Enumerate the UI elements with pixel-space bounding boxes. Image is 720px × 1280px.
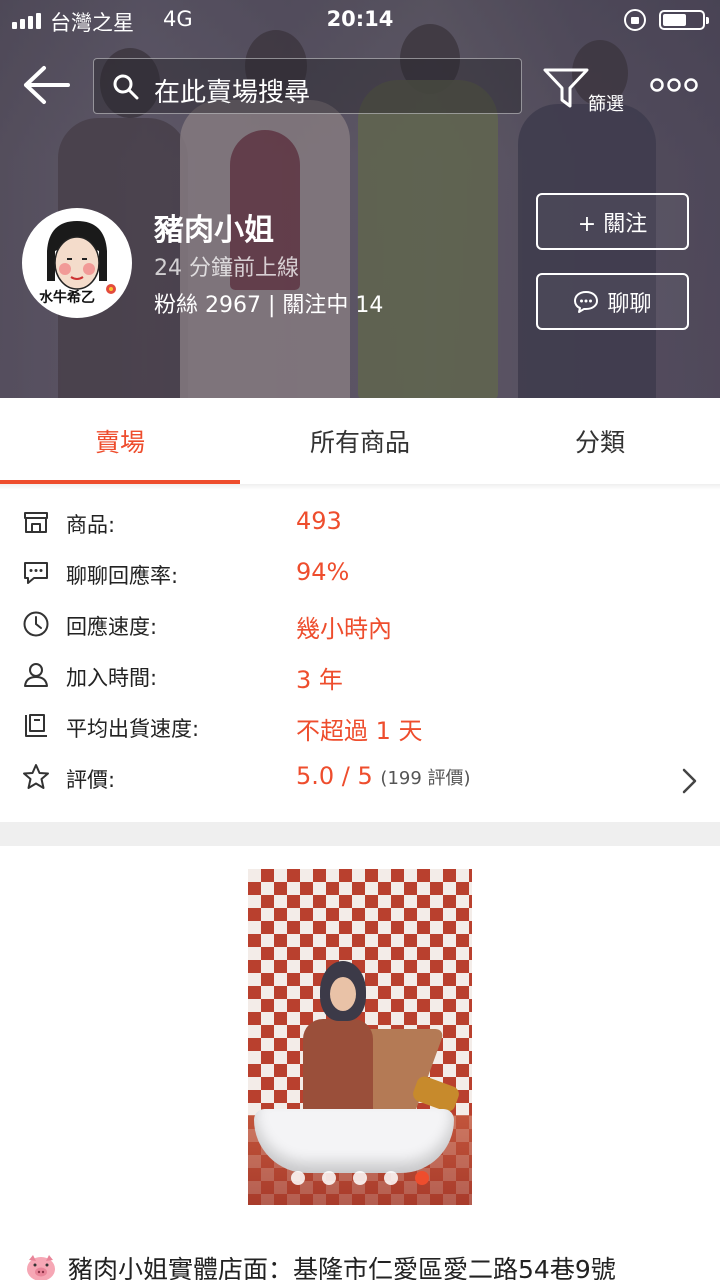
status-time: 20:14 [326,7,394,31]
stat-row-response-speed: 回應速度: 幾小時內 [0,600,720,651]
filter-icon [543,68,589,108]
chat-button[interactable]: 聊聊 [536,273,689,330]
shop-tabs: 賣場 所有商品 分類 [0,398,720,484]
follower-stats[interactable]: 粉絲 2967 | 關注中 14 [154,287,383,319]
follow-button-label: + 關注 [577,211,648,237]
shop-avatar[interactable]: 水牛希乙 [22,208,132,318]
stat-label: 回應速度: [66,615,158,639]
tab-shop-home[interactable]: 賣場 [0,398,240,484]
rating-score: 5.0 / 5 [296,762,373,790]
online-status: 24 分鐘前上線 [154,256,299,281]
carousel-indicator [248,1171,472,1185]
battery-icon [659,10,709,30]
stat-label: 評價: [66,768,116,792]
pig-icon [24,1254,58,1280]
filter-label: 篩選 [588,94,624,115]
tab-categories[interactable]: 分類 [480,398,720,484]
shipping-icon [25,714,47,737]
shop-description-text: 豬肉小姐實體店面：基隆市仁愛區愛二路54巷9號 [68,1255,616,1280]
carousel-dot[interactable] [415,1171,429,1185]
stat-value: 不超過 1 天 [296,717,423,745]
stat-label: 平均出貨速度: [66,717,200,741]
stat-row-shipping-speed: 平均出貨速度: 不超過 1 天 [0,702,720,753]
stat-value: 幾小時內 [296,615,392,643]
shop-search-input[interactable]: 在此賣場搜尋 [93,58,522,114]
stat-row-products: 商品: 493 [0,498,720,549]
stat-row-joined: 加入時間: 3 年 [0,651,720,702]
shop-banner-carousel[interactable] [248,869,472,1205]
chevron-right-icon[interactable] [680,767,700,795]
stat-value: 3 年 [296,666,343,694]
stat-label: 聊聊回應率: [66,564,179,588]
shop-name: 豬肉小姐 [154,213,274,248]
chat-button-label: 聊聊 [607,291,652,317]
carousel-dot[interactable] [322,1171,336,1185]
shop-description: 豬肉小姐實體店面：基隆市仁愛區愛二路54巷9號 [24,1250,616,1280]
stat-value: 94% [296,558,350,586]
shop-icon [24,512,48,533]
follow-button[interactable]: + 關注 [536,193,689,250]
stat-row-rating[interactable]: 評價: 5.0 / 5 (199 評價) [0,753,720,804]
user-icon [24,663,48,687]
clock-icon [23,611,49,637]
stat-value: 5.0 / 5 (199 評價) [296,762,471,790]
search-icon [113,74,139,100]
filter-button[interactable]: 篩選 [538,62,630,115]
carousel-dot[interactable] [291,1171,305,1185]
rating-count: (199 評價) [380,768,471,789]
section-divider [0,822,720,846]
chat-icon [574,290,599,313]
search-placeholder: 在此賣場搜尋 [154,78,311,108]
back-arrow-icon[interactable] [20,62,72,108]
shop-stats: 商品: 493 聊聊回應率: 94% 回應速度: 幾小時內 加入時間: 3 年 … [0,498,720,804]
carousel-dot[interactable] [384,1171,398,1185]
shop-header-banner: 台灣之星 4G 20:14 在此賣場搜尋 篩選 水牛希乙 豬肉小姐 24 分鐘前… [0,0,720,398]
chat-bubble-icon [24,562,48,584]
stat-value: 493 [296,507,342,535]
more-options-icon[interactable] [650,76,698,94]
stat-row-chat-response-rate: 聊聊回應率: 94% [0,549,720,600]
tab-all-products[interactable]: 所有商品 [240,398,480,484]
stat-label: 加入時間: [66,666,158,690]
star-icon [23,764,49,789]
rotation-lock-icon [624,9,646,31]
carousel-dot[interactable] [353,1171,367,1185]
stat-label: 商品: [66,513,116,537]
status-bar: 台灣之星 4G 20:14 [0,0,720,40]
tabs-divider [0,484,720,490]
avatar-logo-text: 水牛希乙 [39,290,95,306]
